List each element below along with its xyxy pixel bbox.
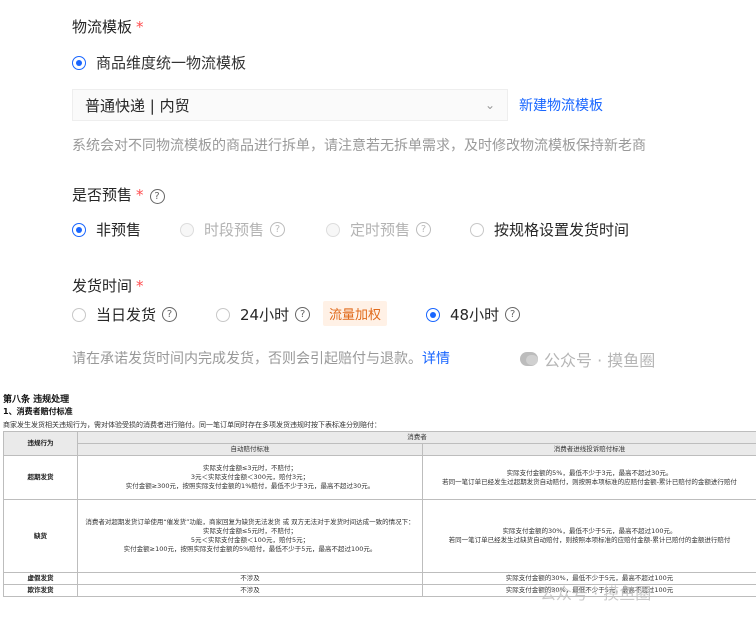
chevron-down-icon: ⌄ bbox=[484, 98, 495, 112]
radio-disabled-icon bbox=[326, 222, 340, 237]
watermark: 公众号 · 摸鱼圈 bbox=[520, 347, 655, 371]
article-title: 第八条 违规处理 bbox=[3, 395, 70, 405]
create-template-link[interactable]: 新建物流模板 bbox=[519, 95, 603, 115]
cell-line: 实付金额≥300元，按照实际支付金额的1%赔付，最低不少于3元，最高不超过30元… bbox=[125, 482, 375, 490]
help-icon[interactable]: ? bbox=[505, 307, 521, 322]
cell-line: 实际支付金额的5%，最低不少于3元，最高不超过30元。 bbox=[506, 468, 673, 477]
hint-text: 请在承诺发货时间内完成发货，否则会引起赔付与退款。 bbox=[72, 351, 422, 367]
required-mark: * bbox=[136, 277, 144, 295]
col-consumer: 消费者 bbox=[77, 431, 756, 444]
presale-label: 是否预售 *? bbox=[72, 184, 165, 205]
row-complaint: 实际支付金额的30%，最低不少于5元，最高不超过100元。 若同一笔订单已经发生… bbox=[422, 499, 756, 573]
table-row: 缺货 消费者对超期发货订单使用“催发货”功能，商家回复为缺货无法发货 或 双方无… bbox=[3, 499, 756, 573]
ship-time-hint: 请在承诺发货时间内完成发货，否则会引起赔付与退款。详情 bbox=[72, 348, 450, 368]
ship-time-label: 发货时间 * bbox=[72, 275, 144, 296]
cell-line: 实付金额≥100元，按照实际支付金额的5%赔付，最低不少于5元，最高不超过100… bbox=[123, 545, 377, 553]
option-label: 48小时 bbox=[450, 306, 500, 324]
row-behavior: 缺货 bbox=[3, 499, 78, 573]
cell-line: 实际支付金额≤5元时，不赔付； bbox=[202, 527, 298, 535]
split-order-notice: 系统会对不同物流模板的商品进行拆单，请注意若无拆单需求，及时修改物流模板保持新老… bbox=[72, 138, 646, 154]
row-behavior: 欺诈发货 bbox=[3, 584, 78, 597]
col-behavior: 违规行为 bbox=[3, 431, 78, 456]
radio-unselected-icon[interactable] bbox=[216, 307, 230, 322]
cell-line: 若同一笔订单已经发生过超期发货自动赔付，则按照本项标准的应赔付金额-累计已赔付的… bbox=[442, 477, 737, 486]
ship-option-24h[interactable]: 24小时? bbox=[216, 304, 311, 325]
option-label: 非预售 bbox=[96, 221, 142, 239]
presale-label-text: 是否预售 bbox=[72, 186, 133, 204]
watermark-text: 公众号 · 摸鱼圈 bbox=[544, 351, 656, 370]
presale-option-period: 时段预售? bbox=[180, 219, 286, 240]
table-header-row: 违规行为 消费者 bbox=[3, 431, 756, 456]
table-row: 超期发货 实际支付金额≤3元时，不赔付； 3元＜实际支付金额＜300元，赔付3元… bbox=[3, 455, 756, 500]
row-complaint: 实际支付金额的5%，最低不少于3元，最高不超过30元。 若同一笔订单已经发生过超… bbox=[422, 455, 756, 500]
logistics-label-text: 物流模板 bbox=[72, 18, 133, 36]
option-label: 按规格设置发货时间 bbox=[494, 221, 630, 239]
required-mark: * bbox=[136, 18, 144, 36]
row-behavior: 超期发货 bbox=[3, 455, 78, 500]
help-icon: ? bbox=[270, 222, 286, 237]
cell-line: 若同一笔订单已经发生过缺货自动赔付，则按照本项标准的应赔付金额-累计已赔付的金额… bbox=[448, 536, 731, 544]
wechat-icon bbox=[520, 352, 538, 366]
logistics-label: 物流模板 * bbox=[72, 16, 144, 37]
col-auto: 自动赔付标准 bbox=[77, 443, 423, 456]
traffic-boost-tag: 流量加权 bbox=[323, 301, 388, 326]
row-auto: 实际支付金额≤3元时，不赔付； 3元＜实际支付金额＜300元，赔付3元； 实付金… bbox=[77, 455, 423, 500]
radio-selected-icon[interactable] bbox=[72, 222, 86, 237]
section-title: 1、消费者赔付标准 bbox=[3, 407, 73, 416]
radio-selected-icon[interactable] bbox=[426, 307, 440, 322]
ship-option-same-day[interactable]: 当日发货? bbox=[72, 304, 178, 325]
option-label: 24小时 bbox=[240, 306, 290, 324]
details-link[interactable]: 详情 bbox=[422, 351, 450, 367]
compensation-table: 违规行为 消费者 自动赔付标准 消费者进线投诉赔付标准 超期发货 实际支付金额≤… bbox=[3, 431, 756, 597]
select-value: 普通快递 | 内贸 bbox=[85, 96, 190, 115]
help-icon[interactable]: ? bbox=[149, 189, 165, 204]
section-intro: 商家发生发货相关违规行为，需对体验受损的消费者进行赔付。同一笔订单同时存在多项发… bbox=[3, 421, 381, 429]
option-label: 定时预售 bbox=[350, 221, 411, 239]
option-label: 时段预售 bbox=[204, 221, 265, 239]
col-complaint: 消费者进线投诉赔付标准 bbox=[422, 443, 756, 456]
logistics-template-select[interactable]: 普通快递 | 内贸 ⌄ bbox=[72, 89, 508, 121]
radio-unselected-icon[interactable] bbox=[72, 307, 86, 322]
cell-line: 5元＜实际支付金额＜100元，赔付5元； bbox=[190, 536, 310, 544]
row-auto: 消费者对超期发货订单使用“催发货”功能，商家回复为缺货无法发货 或 双方无法对于… bbox=[77, 499, 423, 573]
table-subheader-row: 自动赔付标准 消费者进线投诉赔付标准 bbox=[3, 443, 756, 456]
row-behavior: 虚假发货 bbox=[3, 572, 78, 585]
presale-option-none[interactable]: 非预售 bbox=[72, 219, 141, 240]
row-auto: 不涉及 bbox=[77, 572, 423, 585]
logistics-option[interactable]: 商品维度统一物流模板 bbox=[72, 52, 246, 73]
radio-unselected-icon[interactable] bbox=[470, 222, 484, 237]
logistics-option-label: 商品维度统一物流模板 bbox=[96, 54, 247, 72]
row-auto: 不涉及 bbox=[77, 584, 423, 597]
ship-time-label-text: 发货时间 bbox=[72, 277, 133, 295]
help-icon[interactable]: ? bbox=[295, 307, 311, 322]
radio-selected-icon[interactable] bbox=[72, 55, 86, 70]
cell-line: 消费者对超期发货订单使用“催发货”功能，商家回复为缺货无法发货 或 双方无法对于… bbox=[85, 518, 415, 526]
help-icon[interactable]: ? bbox=[162, 307, 178, 322]
option-label: 当日发货 bbox=[96, 306, 157, 324]
help-icon: ? bbox=[416, 222, 432, 237]
presale-option-scheduled: 定时预售? bbox=[326, 219, 432, 240]
radio-disabled-icon bbox=[180, 222, 194, 237]
ship-option-48h[interactable]: 48小时? bbox=[426, 304, 521, 325]
table-watermark: 公众号 · 摸鱼圈 bbox=[540, 584, 652, 603]
cell-line: 实际支付金额的30%，最低不少于5元，最高不超过100元。 bbox=[502, 527, 677, 535]
presale-option-by-spec[interactable]: 按规格设置发货时间 bbox=[470, 219, 629, 240]
cell-line: 3元＜实际支付金额＜300元，赔付3元； bbox=[190, 473, 310, 481]
required-mark: * bbox=[136, 186, 144, 204]
cell-line: 实际支付金额≤3元时，不赔付； bbox=[202, 464, 298, 472]
